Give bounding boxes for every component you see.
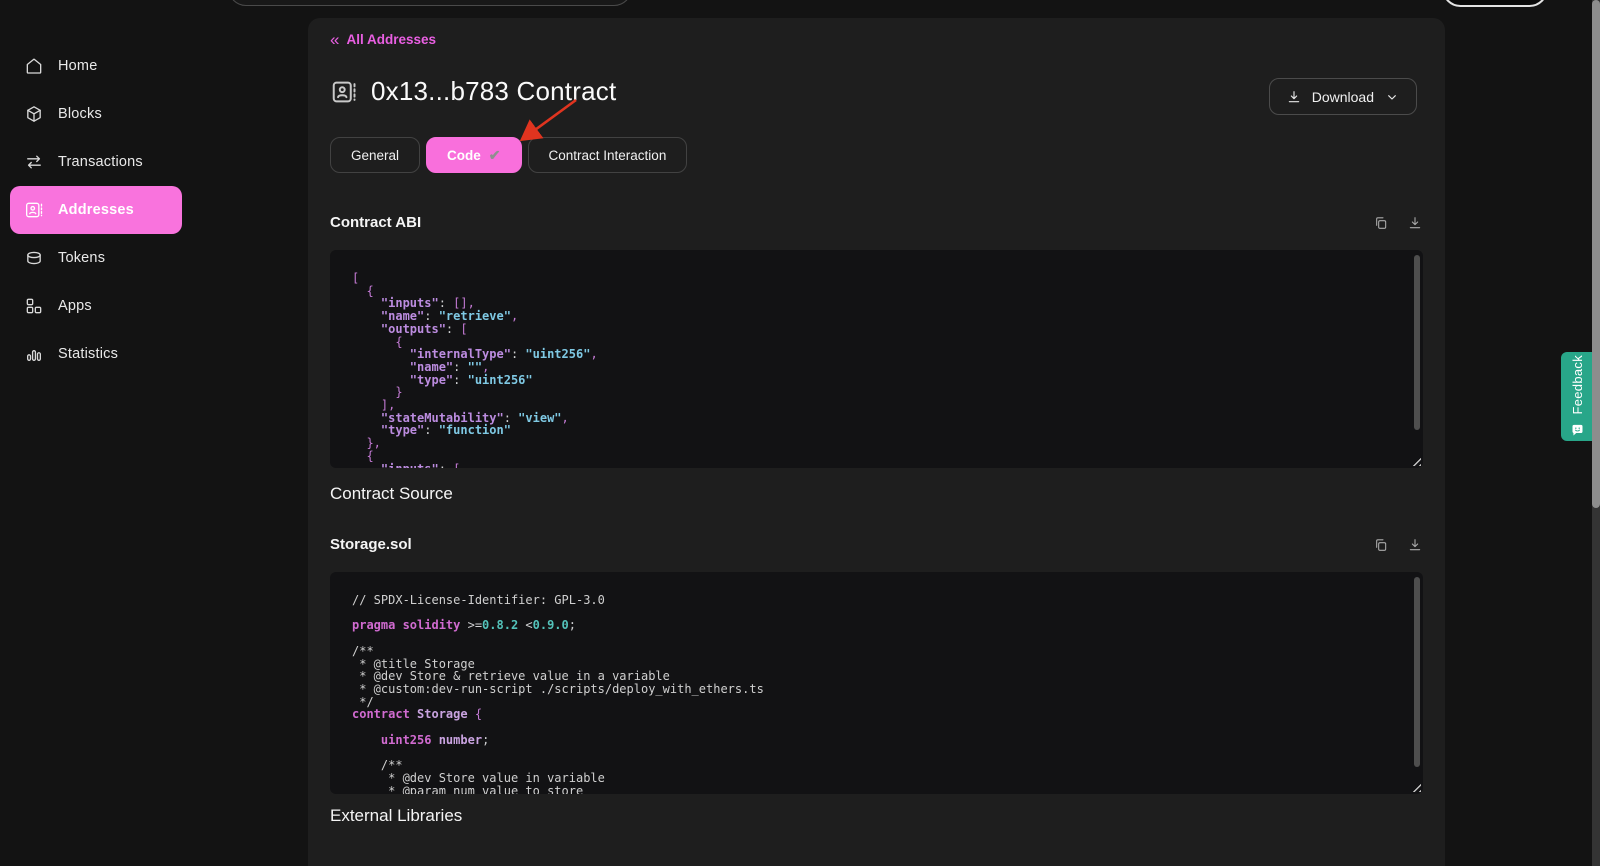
download-button[interactable]: Download <box>1269 78 1417 115</box>
sidebar-item-transactions[interactable]: Transactions <box>0 138 230 186</box>
contract-abi-header: Contract ABI <box>330 214 1423 231</box>
sidebar: Home Blocks Transactions Addresses Token… <box>0 42 230 378</box>
apps-icon <box>24 296 44 316</box>
search-input[interactable] <box>228 0 632 6</box>
tab-contract-interaction[interactable]: Contract Interaction <box>528 137 688 173</box>
copy-button[interactable] <box>1373 215 1389 231</box>
breadcrumb[interactable]: « All Addresses <box>330 32 436 47</box>
contract-source-heading: Contract Source <box>330 484 453 504</box>
tab-label: Contract Interaction <box>549 148 667 163</box>
section-title: Storage.sol <box>330 536 412 553</box>
sidebar-item-label: Statistics <box>58 346 118 362</box>
sidebar-item-addresses[interactable]: Addresses <box>10 186 182 234</box>
source-code: // SPDX-License-Identifier: GPL-3.0 prag… <box>330 572 1423 794</box>
sidebar-item-label: Transactions <box>58 154 143 170</box>
statistics-icon <box>24 344 44 364</box>
tabs: General Code ✔ Contract Interaction <box>330 137 687 173</box>
check-icon: ✔ <box>489 147 501 164</box>
download-icon <box>1407 537 1423 553</box>
tokens-icon <box>24 248 44 268</box>
code-scrollbar[interactable] <box>1414 255 1420 430</box>
code-content: // SPDX-License-Identifier: GPL-3.0 prag… <box>352 594 1401 794</box>
sidebar-item-home[interactable]: Home <box>0 42 230 90</box>
contract-abi-code: [ { "inputs": [], "name": "retrieve", "o… <box>330 250 1423 468</box>
copy-icon <box>1373 537 1389 553</box>
sidebar-item-label: Home <box>58 58 97 74</box>
chevrons-left-icon: « <box>330 33 339 46</box>
tab-general[interactable]: General <box>330 137 420 173</box>
sidebar-item-label: Tokens <box>58 250 105 266</box>
download-label: Download <box>1312 89 1374 105</box>
blocks-icon <box>24 104 44 124</box>
page-title: 0x13...b783 Contract <box>371 76 616 107</box>
page-scrollbar-track[interactable] <box>1592 0 1600 866</box>
sidebar-item-label: Addresses <box>58 202 134 218</box>
sidebar-item-statistics[interactable]: Statistics <box>0 330 230 378</box>
sidebar-item-label: Apps <box>58 298 92 314</box>
code-scrollbar[interactable] <box>1414 577 1420 767</box>
external-libraries-heading: External Libraries <box>330 806 462 826</box>
feedback-label: Feedback <box>1570 355 1585 415</box>
breadcrumb-label: All Addresses <box>346 32 436 47</box>
download-code-button[interactable] <box>1407 215 1423 231</box>
contract-card-icon <box>330 78 358 106</box>
sidebar-item-label: Blocks <box>58 106 102 122</box>
code-content: [ { "inputs": [], "name": "retrieve", "o… <box>352 272 1401 468</box>
page: Home Blocks Transactions Addresses Token… <box>0 0 1600 866</box>
home-icon <box>24 56 44 76</box>
chevron-down-icon <box>1384 89 1400 105</box>
download-icon <box>1286 89 1302 105</box>
page-scrollbar-thumb[interactable] <box>1592 0 1600 508</box>
tab-code[interactable]: Code ✔ <box>426 137 521 173</box>
sidebar-item-tokens[interactable]: Tokens <box>0 234 230 282</box>
source-file-header: Storage.sol <box>330 536 1423 553</box>
sidebar-item-apps[interactable]: Apps <box>0 282 230 330</box>
feedback-chat-icon <box>1570 423 1585 438</box>
sidebar-item-blocks[interactable]: Blocks <box>0 90 230 138</box>
topbar-button[interactable] <box>1442 0 1548 7</box>
download-icon <box>1407 215 1423 231</box>
tab-label: General <box>351 148 399 163</box>
section-title: Contract ABI <box>330 214 421 231</box>
title-row: 0x13...b783 Contract <box>330 76 616 107</box>
addresses-icon <box>24 200 44 220</box>
copy-button[interactable] <box>1373 537 1389 553</box>
transactions-icon <box>24 152 44 172</box>
copy-icon <box>1373 215 1389 231</box>
tab-label: Code <box>447 148 481 163</box>
resize-handle[interactable] <box>1409 780 1421 792</box>
main-panel: « All Addresses 0x13...b783 Contract Dow… <box>308 18 1445 866</box>
feedback-button[interactable]: Feedback <box>1561 352 1593 441</box>
download-code-button[interactable] <box>1407 537 1423 553</box>
resize-handle[interactable] <box>1409 454 1421 466</box>
